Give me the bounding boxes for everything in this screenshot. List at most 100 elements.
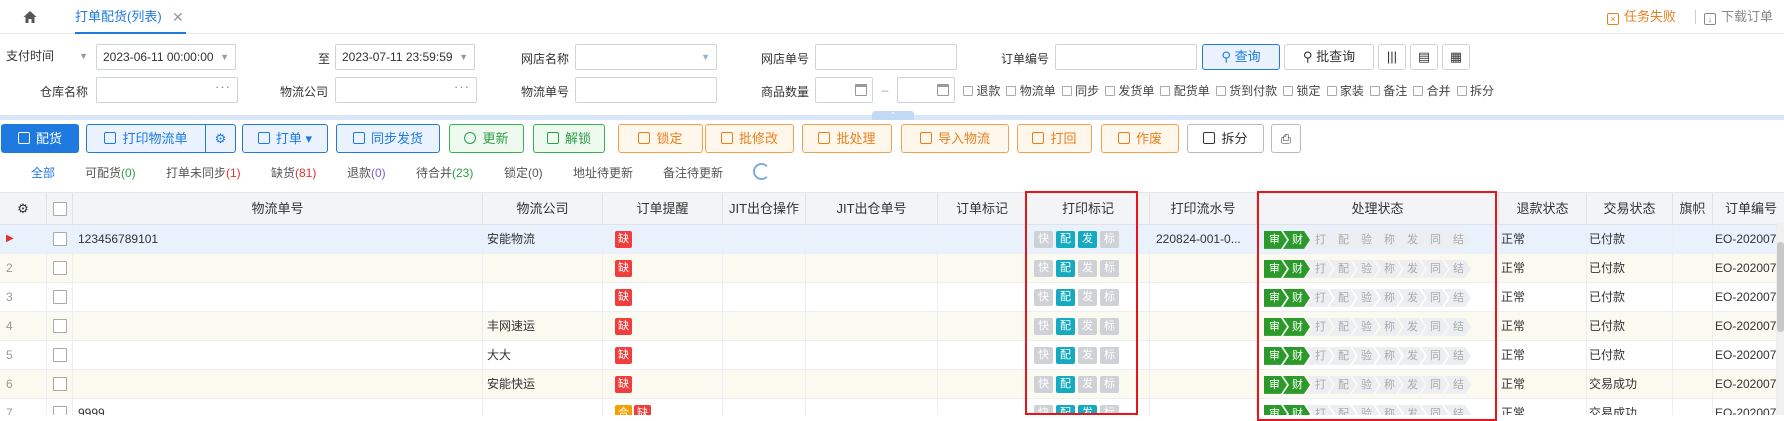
table-row[interactable]: 3 缺快配发标审财打配验称发同结正常 已付款 EO-202007 (0, 283, 1784, 312)
header-logistics-no[interactable]: 物流单号 (73, 193, 483, 225)
filter-check-item[interactable]: 拆分 (1456, 84, 1494, 98)
lock-button[interactable]: 锁定 (618, 124, 703, 153)
tab-locked[interactable]: 锁定(0) (504, 164, 543, 181)
checkbox[interactable] (1413, 86, 1424, 96)
header-order-no[interactable]: 订单编号 (1713, 193, 1784, 225)
tab-note-update[interactable]: 备注待更新 (663, 164, 723, 181)
row-checkbox[interactable] (47, 312, 73, 341)
table-row[interactable]: 6 安能快运缺快配发标审财打配验称发同结正常 交易成功 EO-202007 (0, 370, 1784, 399)
tab-address-update[interactable]: 地址待更新 (573, 164, 633, 181)
header-jit-op[interactable]: JIT出仓操作 (723, 193, 806, 225)
filter-check-item[interactable]: 配货单 (1160, 84, 1210, 98)
task-fail-link[interactable]: × 任务失败 (1607, 9, 1676, 25)
logistics-no-input[interactable] (575, 77, 717, 103)
checkbox[interactable] (1061, 86, 1072, 96)
batch-modify-button[interactable]: 批修改 (705, 124, 794, 153)
row-checkbox[interactable] (47, 283, 73, 312)
print-preview-icon[interactable]: ⎙ (1271, 124, 1301, 153)
saved-query-icon[interactable]: ▤ (1410, 44, 1438, 70)
tab-refund[interactable]: 退款(0) (347, 164, 386, 181)
tab-unsync[interactable]: 打单未同步(1) (166, 164, 241, 181)
checkbox[interactable] (1283, 86, 1294, 96)
header-print-serial[interactable]: 打印流水号 (1150, 193, 1257, 225)
table-row[interactable]: 4 丰网速运缺快配发标审财打配验称发同结正常 已付款 EO-202007 (0, 312, 1784, 341)
filter-check-item[interactable]: 退款 (963, 84, 1000, 98)
filter-check-item[interactable]: 合并 (1413, 84, 1451, 98)
end-time-input[interactable]: 2023-07-11 23:59:59 ▼ (335, 44, 475, 70)
download-orders-link[interactable]: ↓ 下载订单 (1704, 9, 1773, 25)
filter-collapse-bar[interactable]: ⌃ (0, 111, 1784, 120)
tab-merge[interactable]: 待合并(23) (416, 164, 473, 181)
row-checkbox[interactable] (47, 225, 73, 254)
row-checkbox[interactable] (47, 254, 73, 283)
batch-query-button[interactable]: ⚲ 批查询 (1284, 44, 1374, 70)
table-row[interactable]: 7 9999 合缺快配发标审财打配验称发同结正常 交易成功 EO-202007 (0, 399, 1784, 415)
close-icon[interactable]: ✕ (172, 0, 184, 34)
refresh-icon[interactable] (753, 163, 770, 180)
logistics-company-input[interactable]: ··· (335, 77, 477, 103)
filter-check-item[interactable]: 物流单 (1006, 84, 1056, 98)
row-checkbox[interactable] (47, 399, 73, 415)
split-button[interactable]: 拆分 (1187, 124, 1264, 153)
tab-allocatable[interactable]: 可配货(0) (85, 164, 136, 181)
tab-all[interactable]: 全部 (31, 164, 55, 181)
batch-process-button[interactable]: 批处理 (802, 124, 892, 153)
unlock-button[interactable]: 解锁 (533, 124, 605, 153)
shop-order-input[interactable] (815, 44, 957, 70)
checkbox[interactable] (1006, 86, 1017, 96)
table-row[interactable]: 2 缺快配发标审财打配验称发同结正常 已付款 EO-202007 (0, 254, 1784, 283)
update-button[interactable]: 更新 (449, 124, 524, 153)
allocate-button[interactable]: 配货 (1, 124, 79, 153)
header-flag[interactable]: 旗帜 (1673, 193, 1713, 225)
sync-ship-button[interactable]: 同步发货 (336, 124, 440, 153)
header-refund-status[interactable]: 退款状态 (1499, 193, 1587, 225)
table-row[interactable]: 5 大大缺快配发标审财打配验称发同结正常 已付款 EO-202007 (0, 341, 1784, 370)
time-type-select[interactable]: 支付时间 ▼ (4, 44, 94, 70)
row-checkbox[interactable] (47, 370, 73, 399)
return-button[interactable]: 打回 (1017, 124, 1092, 153)
page-tab-order-list[interactable]: 打单配货(列表) ✕ (75, 0, 186, 34)
chevron-up-icon[interactable]: ⌃ (872, 111, 914, 120)
filter-check-item[interactable]: 锁定 (1283, 84, 1321, 98)
checkbox[interactable] (1160, 86, 1171, 96)
filter-check-item[interactable]: 同步 (1061, 84, 1099, 98)
header-logistics-company[interactable]: 物流公司 (483, 193, 603, 225)
header-order-remind[interactable]: 订单提醒 (603, 193, 723, 225)
import-logistics-button[interactable]: 导入物流 (901, 124, 1009, 153)
tab-shortage[interactable]: 缺货(81) (271, 164, 316, 181)
print-order-dropdown[interactable]: 打单 ▾ (242, 124, 328, 153)
select-all-checkbox[interactable] (47, 193, 73, 225)
header-process-status[interactable]: 处理状态 (1257, 193, 1499, 225)
print-settings-gear-icon[interactable]: ⚙ (205, 124, 236, 153)
checkbox[interactable] (1326, 86, 1337, 96)
query-button[interactable]: ⚲ 查询 (1202, 44, 1280, 70)
filter-check-item[interactable]: 发货单 (1105, 84, 1154, 98)
goods-qty-max-input[interactable] (897, 77, 955, 103)
home-icon[interactable] (22, 9, 38, 25)
checkbox[interactable] (1456, 86, 1467, 96)
shop-name-select[interactable]: ▼ (575, 44, 717, 70)
header-trade-status[interactable]: 交易状态 (1587, 193, 1673, 225)
checkbox[interactable] (1369, 86, 1380, 96)
header-jit-no[interactable]: JIT出仓单号 (806, 193, 938, 225)
void-button[interactable]: 作废 (1101, 124, 1179, 153)
checkbox[interactable] (1215, 86, 1226, 96)
order-no-input[interactable] (1055, 44, 1197, 70)
print-logistics-button[interactable]: 打印物流单 (86, 124, 206, 153)
filter-check-item[interactable]: 备注 (1369, 84, 1407, 98)
column-settings-gear-icon[interactable]: ⚙ (0, 193, 47, 225)
filter-check-item[interactable]: 货到付款 (1215, 84, 1277, 98)
row-checkbox[interactable] (47, 341, 73, 370)
warehouse-input[interactable]: ··· (96, 77, 238, 103)
checkbox[interactable] (963, 86, 973, 96)
query-settings-icon[interactable]: ▦ (1442, 44, 1470, 70)
header-order-mark[interactable]: 订单标记 (938, 193, 1027, 225)
start-time-input[interactable]: 2023-06-11 00:00:00 ▼ (96, 44, 236, 70)
vertical-scrollbar[interactable] (1777, 222, 1784, 415)
checkbox[interactable] (1105, 86, 1116, 96)
header-print-mark[interactable]: 打印标记 (1027, 193, 1150, 225)
goods-qty-min-input[interactable] (815, 77, 873, 103)
table-row[interactable]: ▶ 123456789101 安能物流缺快配发标 220824-001-0... 审财打… (0, 225, 1784, 254)
filter-check-item[interactable]: 家装 (1326, 84, 1364, 98)
barcode-icon[interactable]: ||| (1378, 44, 1406, 70)
